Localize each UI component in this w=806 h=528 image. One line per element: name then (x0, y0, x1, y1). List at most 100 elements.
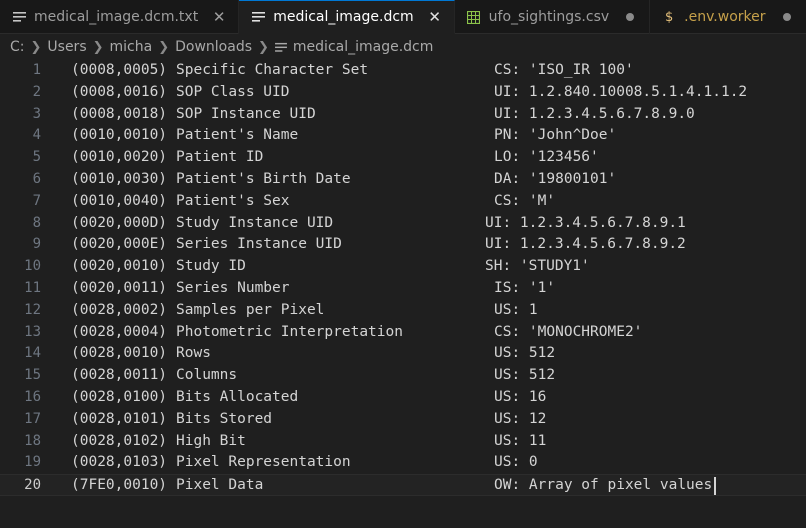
editor-line[interactable]: 11 (0020,0011) Series Number IS: '1' (0, 278, 806, 300)
tab-medical-image-dcm-txt[interactable]: medical_image.dcm.txt ✕ (0, 0, 240, 34)
line-number: 9 (32, 236, 41, 253)
dicom-tag: (7FE0,0010) (71, 477, 168, 494)
editor-tab-bar: medical_image.dcm.txt ✕ medical_image.dc… (0, 0, 806, 34)
dicom-attribute-name: Patient ID (176, 149, 264, 166)
dicom-value: US: 16 (494, 389, 547, 405)
text-file-icon (12, 10, 26, 24)
dicom-tag: (0028,0100) (71, 389, 168, 405)
tab-env-worker[interactable]: $ .env.worker (650, 0, 806, 34)
dicom-value: LO: '123456' (494, 149, 599, 166)
dicom-value: CS: 'ISO_IR 100' (494, 62, 634, 78)
dicom-attribute-name: Photometric Interpretation (176, 323, 403, 340)
tab-label: medical_image.dcm.txt (34, 9, 199, 25)
dicom-tag: (0020,0011) (71, 280, 168, 296)
dicom-tag: (0020,0010) (71, 258, 168, 275)
chevron-right-icon: ❯ (258, 39, 269, 55)
line-number: 7 (32, 192, 41, 209)
editor-line[interactable]: 9 (0020,000E) Series Instance UID UI: 1.2.3… (0, 234, 806, 256)
line-number: 19 (24, 454, 41, 471)
editor-line[interactable]: 19 (0028,0103) Pixel Representation US: 0 (0, 452, 806, 474)
editor-line[interactable]: 17 (0028,0101) Bits Stored US: 12 (0, 409, 806, 431)
dicom-tag: (0008,0005) (71, 62, 168, 78)
close-icon[interactable]: ✕ (210, 8, 228, 26)
dicom-tag: (0008,0016) (71, 83, 168, 100)
tab-medical-image-dcm[interactable]: medical_image.dcm ✕ (239, 0, 455, 34)
editor-line[interactable]: 13 (0028,0004) Photometric Interpretation C… (0, 322, 806, 344)
line-number: 13 (24, 323, 41, 340)
dicom-value: PN: 'John^Doe' (494, 127, 617, 144)
editor-line[interactable]: 4 (0010,0010) Patient's Name PN: 'John^Doe' (0, 125, 806, 147)
line-number: 18 (24, 432, 41, 449)
editor-line[interactable]: 16 (0028,0100) Bits Allocated US: 16 (0, 387, 806, 409)
breadcrumb-item[interactable]: Users (47, 39, 86, 55)
dicom-tag: (0028,0101) (71, 410, 168, 427)
dicom-attribute-name: Rows (176, 345, 211, 362)
editor-line[interactable]: 2 (0008,0016) SOP Class UID UI: 1.2.840.100… (0, 82, 806, 104)
dicom-tag: (0028,0010) (71, 345, 168, 362)
editor-line[interactable]: 7 (0010,0040) Patient's Sex CS: 'M' (0, 191, 806, 213)
dicom-attribute-name: High Bit (176, 432, 246, 449)
code-editor[interactable]: 1 (0008,0005) Specific Character Set CS: 'I… (0, 60, 806, 528)
line-number: 20 (24, 477, 41, 494)
text-file-icon (251, 10, 265, 24)
editor-line[interactable]: 5 (0010,0020) Patient ID LO: '123456' (0, 147, 806, 169)
editor-line[interactable]: 10 (0020,0010) Study ID SH: 'STUDY1' (0, 256, 806, 278)
dicom-attribute-name: Bits Stored (176, 410, 273, 427)
editor-line[interactable]: 14 (0028,0010) Rows US: 512 (0, 343, 806, 365)
dicom-tag: (0028,0011) (71, 367, 168, 384)
dicom-tag: (0028,0102) (71, 432, 168, 449)
dicom-attribute-name: SOP Instance UID (176, 105, 316, 122)
line-number: 10 (24, 258, 41, 275)
line-number: 6 (32, 171, 41, 187)
line-number: 17 (24, 410, 41, 427)
dicom-tag: (0010,0030) (71, 171, 168, 187)
dicom-value: OW: Array of pixel values (494, 477, 713, 494)
dicom-attribute-name: Pixel Representation (176, 454, 351, 471)
breadcrumb-item[interactable]: micha (110, 39, 153, 55)
line-number: 11 (24, 280, 41, 296)
dicom-value: US: 1 (494, 301, 538, 318)
unsaved-dot-icon[interactable] (782, 13, 791, 21)
line-number: 5 (32, 149, 41, 166)
dicom-tag: (0028,0004) (71, 323, 168, 340)
tab-label: ufo_sightings.csv (488, 9, 610, 25)
dicom-value: UI: 1.2.3.4.5.6.7.8.9.2 (485, 236, 686, 253)
dicom-tag: (0010,0020) (71, 149, 168, 166)
editor-line[interactable]: 20 (7FE0,0010) Pixel Data OW: Array of pixe… (0, 474, 806, 496)
chevron-right-icon: ❯ (92, 39, 104, 55)
unsaved-dot-icon[interactable] (626, 13, 635, 21)
dicom-tag: (0008,0018) (71, 105, 168, 122)
dicom-attribute-name: Pixel Data (176, 477, 264, 494)
dicom-value: US: 512 (494, 367, 556, 384)
line-number: 3 (32, 105, 41, 122)
editor-line[interactable]: 15 (0028,0011) Columns US: 512 (0, 365, 806, 387)
editor-line[interactable]: 3 (0008,0018) SOP Instance UID UI: 1.2.3.4.… (0, 104, 806, 126)
close-icon[interactable]: ✕ (426, 8, 444, 26)
dicom-value: UI: 1.2.3.4.5.6.7.8.9.0 (494, 105, 695, 122)
editor-line[interactable]: 1 (0008,0005) Specific Character Set CS: 'I… (0, 60, 806, 82)
dicom-value: IS: '1' (494, 280, 556, 296)
breadcrumb-item[interactable]: Downloads (175, 39, 252, 55)
dicom-tag: (0010,0040) (71, 192, 168, 209)
tab-ufo-sightings-csv[interactable]: ufo_sightings.csv (455, 0, 651, 34)
dicom-value: UI: 1.2.3.4.5.6.7.8.9.1 (485, 214, 686, 231)
line-number: 4 (32, 127, 41, 144)
dicom-value: CS: 'MONOCHROME2' (494, 323, 643, 340)
text-cursor (714, 477, 716, 496)
breadcrumb-item[interactable]: C: (10, 39, 25, 55)
dicom-attribute-name: Study ID (176, 258, 246, 275)
editor-line[interactable]: 6 (0010,0030) Patient's Birth Date DA: '198… (0, 169, 806, 191)
dicom-tag: (0020,000E) (71, 236, 168, 253)
dicom-attribute-name: Series Number (176, 280, 290, 296)
dicom-attribute-name: Specific Character Set (176, 62, 369, 78)
dicom-attribute-name: Bits Allocated (176, 389, 299, 405)
tab-label: medical_image.dcm (273, 9, 414, 25)
editor-line[interactable]: 8 (0020,000D) Study Instance UID UI: 1.2.3.… (0, 213, 806, 235)
dicom-value: SH: 'STUDY1' (485, 258, 590, 275)
spreadsheet-icon (467, 10, 481, 24)
editor-line[interactable]: 18 (0028,0102) High Bit US: 11 (0, 431, 806, 453)
breadcrumb-item[interactable]: medical_image.dcm (293, 39, 433, 55)
line-number: 15 (24, 367, 41, 384)
editor-line[interactable]: 12 (0028,0002) Samples per Pixel US: 1 (0, 300, 806, 322)
line-number: 12 (24, 301, 41, 318)
